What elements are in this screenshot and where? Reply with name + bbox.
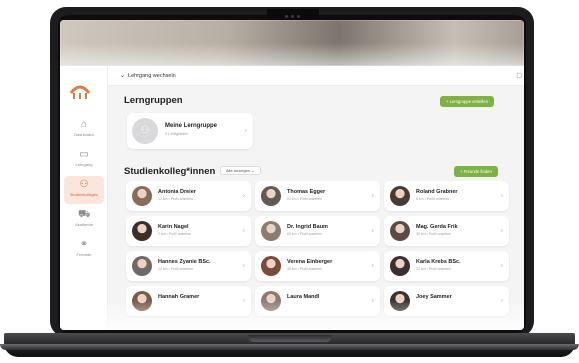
topbar: ⌄ Lehrgang wechseln ◻ — [108, 66, 524, 86]
classmate-meta: 22 km • Profil ansehen — [287, 197, 323, 201]
app: ⌂ Dashboard ▭ Lehrgang ⚇ Studienkollegen… — [60, 66, 524, 330]
chevron-right-icon: › — [500, 227, 503, 235]
classmate-card[interactable]: Antonia Dreier 12 km • Profil ansehen › — [126, 181, 251, 211]
classmate-name: Karin Nagel — [158, 224, 189, 230]
classmate-meta: 40 km • Profil ansehen — [287, 267, 323, 271]
group-card[interactable]: ⚇ Meine Lerngruppe 21 Mitglieder › — [127, 113, 253, 149]
classmate-card[interactable]: Dr. Ingrid Baum 60 km • Profil ansehen › — [255, 216, 380, 246]
classmate-meta: 22 km • Profil ansehen — [416, 267, 452, 271]
sidebar: ⌂ Dashboard ▭ Lehrgang ⚇ Studienkollegen… — [60, 66, 108, 330]
classmate-card[interactable]: Thomas Egger 22 km • Profil ansehen › — [255, 181, 380, 211]
avatar — [390, 221, 410, 241]
classmate-name: Antonia Dreier — [158, 189, 196, 195]
classmate-name: Hannes Zyanie BSc. — [158, 259, 211, 265]
sidebar-item-studienkollegen[interactable]: ⚇ Studienkollegen — [64, 176, 104, 204]
classmate-meta: 30 km • Profil ansehen — [416, 232, 452, 236]
classmate-meta: 60 km • Profil ansehen — [287, 232, 323, 236]
classmate-name: Thomas Egger — [287, 189, 326, 195]
chat-icon[interactable]: ◻ — [516, 71, 522, 79]
chevron-down-icon: ⌄ — [120, 73, 126, 79]
avatar — [261, 256, 281, 276]
find-friends-button[interactable]: + Freunde finden — [454, 166, 498, 177]
avatar — [390, 256, 410, 276]
logo-icon — [69, 85, 91, 99]
sidebar-item-dashboard[interactable]: ⌂ Dashboard — [64, 116, 104, 144]
sidebar-item-freunde[interactable]: ⚭ Freunde — [64, 236, 104, 264]
classmate-meta: 2 km • Profil ansehen — [158, 232, 192, 236]
classmate-name: Dr. Ingrid Baum — [287, 224, 328, 230]
main-content: Lerngruppen + Lerngruppe erstellen ⚇ Mei… — [108, 86, 524, 330]
sidebar-item-lehrgang[interactable]: ▭ Lehrgang — [64, 146, 104, 174]
hero-photo — [60, 20, 524, 66]
classmates-title: Studienkolleg*innen — [124, 166, 216, 177]
avatar — [261, 186, 281, 206]
classmate-meta: 12 km • Profil ansehen — [158, 197, 194, 201]
avatar — [132, 221, 152, 241]
create-group-button[interactable]: + Lerngruppe erstellen — [440, 96, 495, 107]
group-members: 21 Mitglieder — [165, 131, 188, 136]
laptop-mockup: ⌂ Dashboard ▭ Lehrgang ⚇ Studienkollegen… — [0, 0, 579, 363]
classmate-card[interactable]: Karla Krebs BSc. 22 km • Profil ansehen › — [384, 251, 509, 281]
briefcase-icon: ▭ — [79, 149, 89, 160]
chevron-right-icon: › — [500, 192, 503, 200]
classmate-card[interactable]: Roland Grabner 8 km • Profil ansehen › — [384, 181, 509, 211]
classmate-card[interactable]: Karin Nagel 2 km • Profil ansehen › — [126, 216, 251, 246]
classmate-name: Mag. Gerda Frik — [416, 224, 458, 230]
filter-select[interactable]: Alle anzeigen ⌄ — [220, 166, 261, 175]
avatar — [132, 256, 152, 276]
laptop-base-lip — [0, 344, 579, 350]
classmate-name: Verena Einberger — [287, 259, 333, 265]
classmate-card[interactable]: Verena Einberger 40 km • Profil ansehen › — [255, 251, 380, 281]
chevron-right-icon: › — [371, 227, 374, 235]
users-icon: ⚇ — [79, 179, 89, 190]
classmate-meta: 12 km • Profil ansehen — [158, 267, 194, 271]
avatar — [132, 186, 152, 206]
laptop-opening-groove — [248, 335, 332, 342]
group-name: Meine Lerngruppe — [165, 123, 218, 129]
classmate-card[interactable]: Mag. Gerda Frik 30 km • Profil ansehen › — [384, 216, 509, 246]
bottom-fade — [60, 300, 524, 330]
groups-title: Lerngruppen — [124, 95, 183, 106]
sidebar-item-akademie[interactable]: ⛟ Akademie — [64, 206, 104, 234]
classmate-meta: 8 km • Profil ansehen — [416, 197, 450, 201]
chevron-right-icon: › — [242, 227, 245, 235]
home-icon: ⌂ — [80, 119, 88, 130]
friends-icon: ⚭ — [79, 239, 89, 250]
avatar — [261, 221, 281, 241]
chevron-right-icon: › — [242, 192, 245, 200]
cart-icon: ⛟ — [78, 209, 91, 220]
course-switcher[interactable]: ⌄ Lehrgang wechseln — [120, 72, 176, 79]
chevron-right-icon: › — [242, 262, 245, 270]
chevron-right-icon: › — [244, 127, 247, 135]
chevron-right-icon: › — [371, 192, 374, 200]
avatar — [390, 186, 410, 206]
chevron-right-icon: › — [500, 262, 503, 270]
classmate-name: Karla Krebs BSc. — [416, 259, 461, 265]
group-icon: ⚇ — [132, 118, 158, 144]
chevron-down-icon: ⌄ — [251, 168, 255, 173]
chevron-right-icon: › — [371, 262, 374, 270]
classmate-card[interactable]: Hannes Zyanie BSc. 12 km • Profil ansehen… — [126, 251, 251, 281]
classmate-name: Roland Grabner — [416, 189, 458, 195]
app-screen: ⌂ Dashboard ▭ Lehrgang ⚇ Studienkollegen… — [60, 20, 524, 330]
